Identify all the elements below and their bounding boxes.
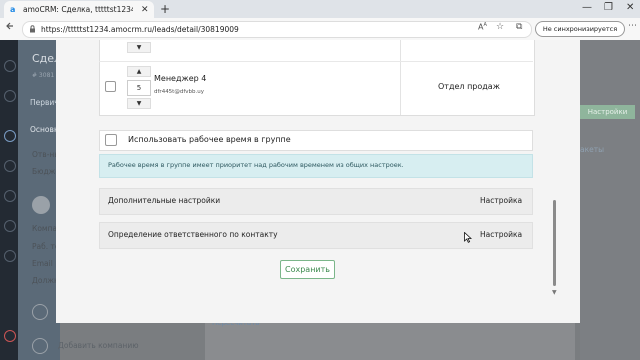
nav-notifications-icon[interactable] (4, 330, 16, 342)
add-item-plus-icon[interactable] (32, 338, 48, 354)
contact-responsible-title: Определение ответственного по контакту (108, 230, 278, 239)
add-company-plus-icon[interactable] (32, 304, 48, 320)
contact-responsible-link[interactable]: Настройка (480, 230, 522, 239)
minimize-icon[interactable]: — (582, 2, 592, 13)
bg-field-position: Должн (32, 276, 59, 285)
bg-lead-number: # 3081 (32, 72, 55, 79)
favorites-icon[interactable]: ☆ (496, 22, 504, 32)
url-text: https://tttttst1234.amocrm.ru/leads/deta… (41, 25, 239, 34)
column-divider (400, 40, 401, 115)
bg-settings-button[interactable]: Настройки (580, 105, 635, 119)
additional-settings-title: Дополнительные настройки (108, 196, 221, 205)
stepper-down-button[interactable]: ▼ (127, 98, 151, 109)
save-button[interactable]: Сохранить (280, 260, 335, 279)
bg-right-panel (580, 40, 640, 360)
bg-right-link[interactable]: акеты (580, 145, 604, 154)
url-field[interactable]: https://tttttst1234.amocrm.ru/leads/deta… (22, 21, 532, 38)
collections-icon[interactable]: ⧉ (516, 22, 522, 32)
row-divider (99, 61, 533, 62)
maximize-icon[interactable]: ❐ (604, 2, 613, 13)
scroll-down-icon[interactable]: ▼ (552, 289, 557, 296)
menu-icon[interactable]: ⋯ (628, 21, 637, 31)
manager-row-checkbox[interactable] (105, 81, 116, 92)
nav-tasks-icon[interactable] (4, 160, 16, 172)
bg-tab-main: Основн (30, 125, 59, 134)
sync-status-button[interactable]: Не синхронизируется (535, 21, 625, 37)
work-time-group-checkbox[interactable] (105, 134, 117, 146)
nav-dashboard-icon[interactable] (4, 60, 16, 72)
read-aloud-icon[interactable]: AA (478, 22, 487, 32)
manager-email: dfr445t@dfvbb.uy (154, 89, 204, 95)
work-time-group-label: Использовать рабочее время в группе (128, 135, 291, 144)
info-notice-text: Рабочее время в группе имеет приоритет н… (108, 161, 404, 169)
nav-stats-icon[interactable] (4, 250, 16, 262)
bg-add-company[interactable]: Добавить компанию (58, 341, 139, 350)
manager-name: Менеджер 4 (154, 74, 207, 83)
scrollbar-thumb[interactable] (553, 200, 556, 286)
nav-leads-icon[interactable] (4, 90, 16, 102)
lock-icon (29, 24, 36, 35)
stepper-up-button[interactable]: ▲ (127, 66, 151, 77)
nav-chat-icon[interactable] (4, 130, 16, 142)
avatar (32, 196, 50, 214)
priority-stepper-value[interactable]: 5 (127, 80, 151, 96)
tab-close-icon[interactable]: ✕ (141, 5, 149, 15)
amocrm-favicon-icon: a (10, 5, 16, 14)
tab-title: amoCRM: Сделка, tttttst1234 (23, 5, 133, 14)
mouse-cursor-icon (464, 231, 473, 246)
nav-lists-icon[interactable] (4, 190, 16, 202)
stepper-down-prev-button[interactable]: ▼ (127, 42, 151, 53)
nav-mail-icon[interactable] (4, 220, 16, 232)
new-tab-icon[interactable]: + (160, 2, 170, 16)
back-icon[interactable] (5, 21, 15, 34)
bg-bottom-area (205, 323, 575, 360)
window-close-icon[interactable]: ✕ (626, 2, 634, 13)
bg-tab-primary: Первич (30, 98, 59, 107)
sync-status-label: Не синхронизируется (542, 25, 618, 33)
browser-tab[interactable]: a amoCRM: Сделка, tttttst1234 ✕ (4, 1, 154, 18)
manager-department: Отдел продаж (438, 82, 500, 91)
additional-settings-link[interactable]: Настройка (480, 196, 522, 205)
